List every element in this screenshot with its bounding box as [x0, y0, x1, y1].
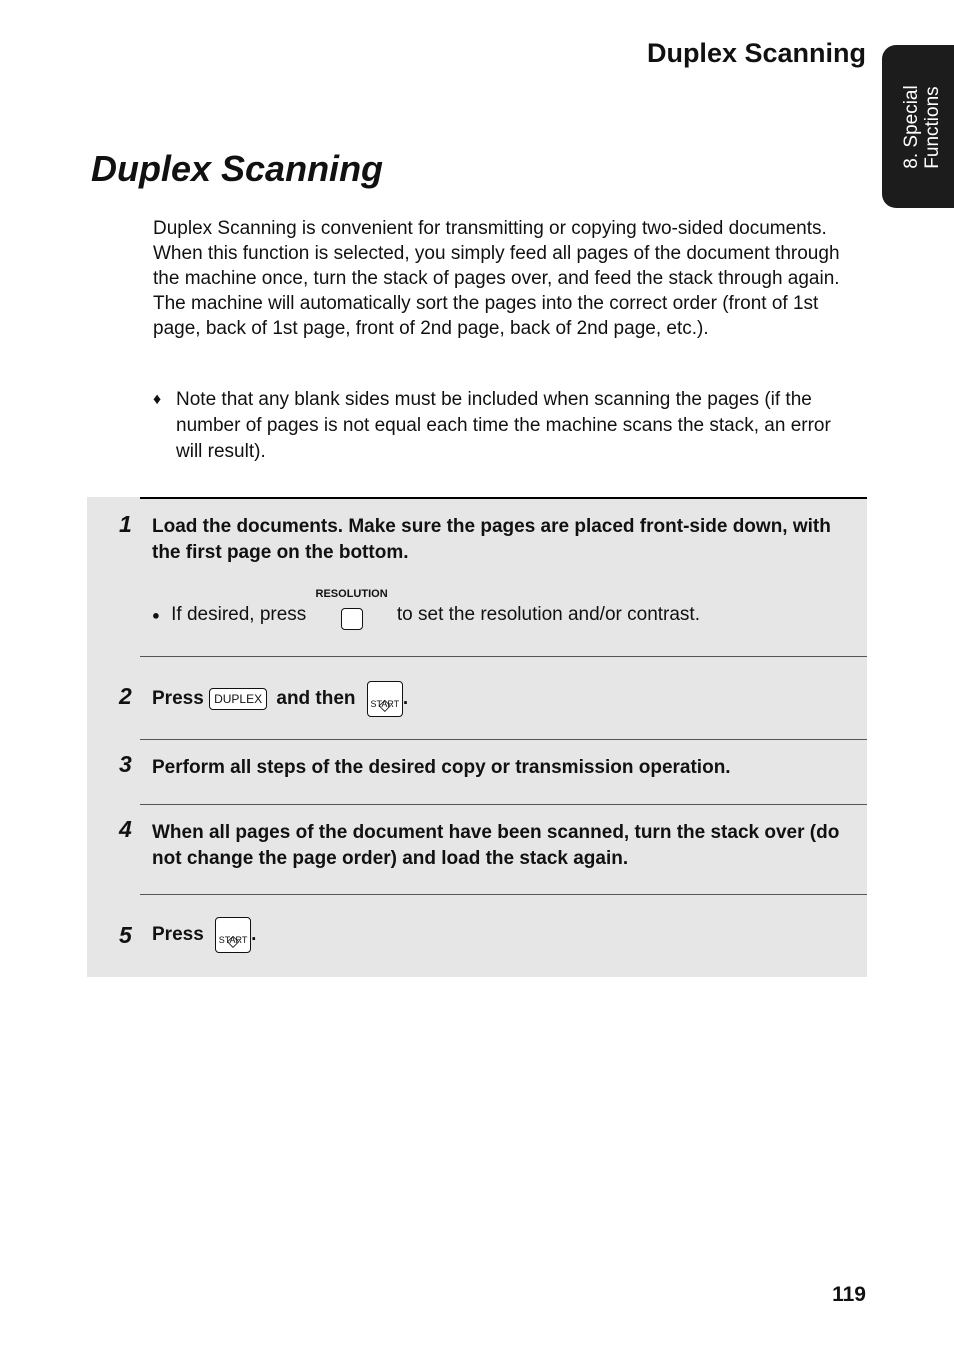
- chapter-tab-line1: 8. Special: [901, 84, 922, 169]
- step-number: 3: [119, 751, 132, 777]
- resolution-key-icon: [340, 608, 363, 630]
- chapter-tab: 8. Special Functions: [882, 45, 954, 208]
- page-number: 119: [832, 1283, 866, 1306]
- sub-bullet-text-before: If desired, press: [171, 604, 307, 626]
- round-bullet-icon: ●: [152, 607, 160, 623]
- chapter-tab-line2: Functions: [922, 85, 943, 169]
- note: ♦ Note that any blank sides must be incl…: [153, 387, 853, 465]
- start-key-icon: START ◇: [215, 916, 252, 953]
- step-divider: [140, 656, 867, 657]
- and-then-label: and then: [276, 688, 356, 709]
- resolution-key-label: RESOLUTION: [315, 588, 388, 600]
- step-divider: [140, 894, 867, 895]
- note-text: Note that any blank sides must be includ…: [176, 389, 831, 462]
- step-text: Load the documents. Make sure the pages …: [152, 516, 831, 563]
- step-divider: [140, 739, 867, 740]
- duplex-key-icon: DUPLEX: [209, 687, 268, 710]
- step-text: Perform all steps of the desired copy or…: [152, 757, 731, 778]
- step-1-sub-bullet: ● If desired, press RESOLUTION to set th…: [152, 588, 700, 630]
- press-label: Press: [152, 688, 204, 709]
- diamond-bullet-icon: ♦: [153, 391, 162, 408]
- period: .: [402, 688, 409, 709]
- step-divider: [140, 804, 867, 805]
- period: .: [251, 924, 257, 945]
- running-header: Duplex Scanning: [646, 38, 866, 68]
- step-number: 2: [119, 683, 132, 709]
- step-number: 4: [119, 816, 132, 842]
- step-text: Press DUPLEX and then START ◇ .: [152, 679, 857, 719]
- press-label: Press: [152, 924, 204, 945]
- step-number: 5: [119, 922, 132, 948]
- steps-panel: 1 Load the documents. Make sure the page…: [87, 497, 867, 977]
- start-diamond-icon: ◇: [226, 932, 240, 950]
- step-text: Press START ◇ .: [152, 915, 857, 955]
- page-title: Duplex Scanning: [91, 148, 384, 189]
- start-key-icon: START ◇: [366, 680, 403, 717]
- step-text: When all pages of the document have been…: [152, 822, 840, 869]
- resolution-key: RESOLUTION: [312, 588, 392, 630]
- sub-bullet-text-after: to set the resolution and/or contrast.: [396, 604, 700, 626]
- intro-paragraph: Duplex Scanning is convenient for transm…: [153, 218, 840, 339]
- steps-top-rule: [140, 497, 867, 499]
- chapter-tab-label: 8. Special Functions: [901, 85, 943, 168]
- start-diamond-icon: ◇: [378, 696, 391, 714]
- step-number: 1: [119, 511, 132, 537]
